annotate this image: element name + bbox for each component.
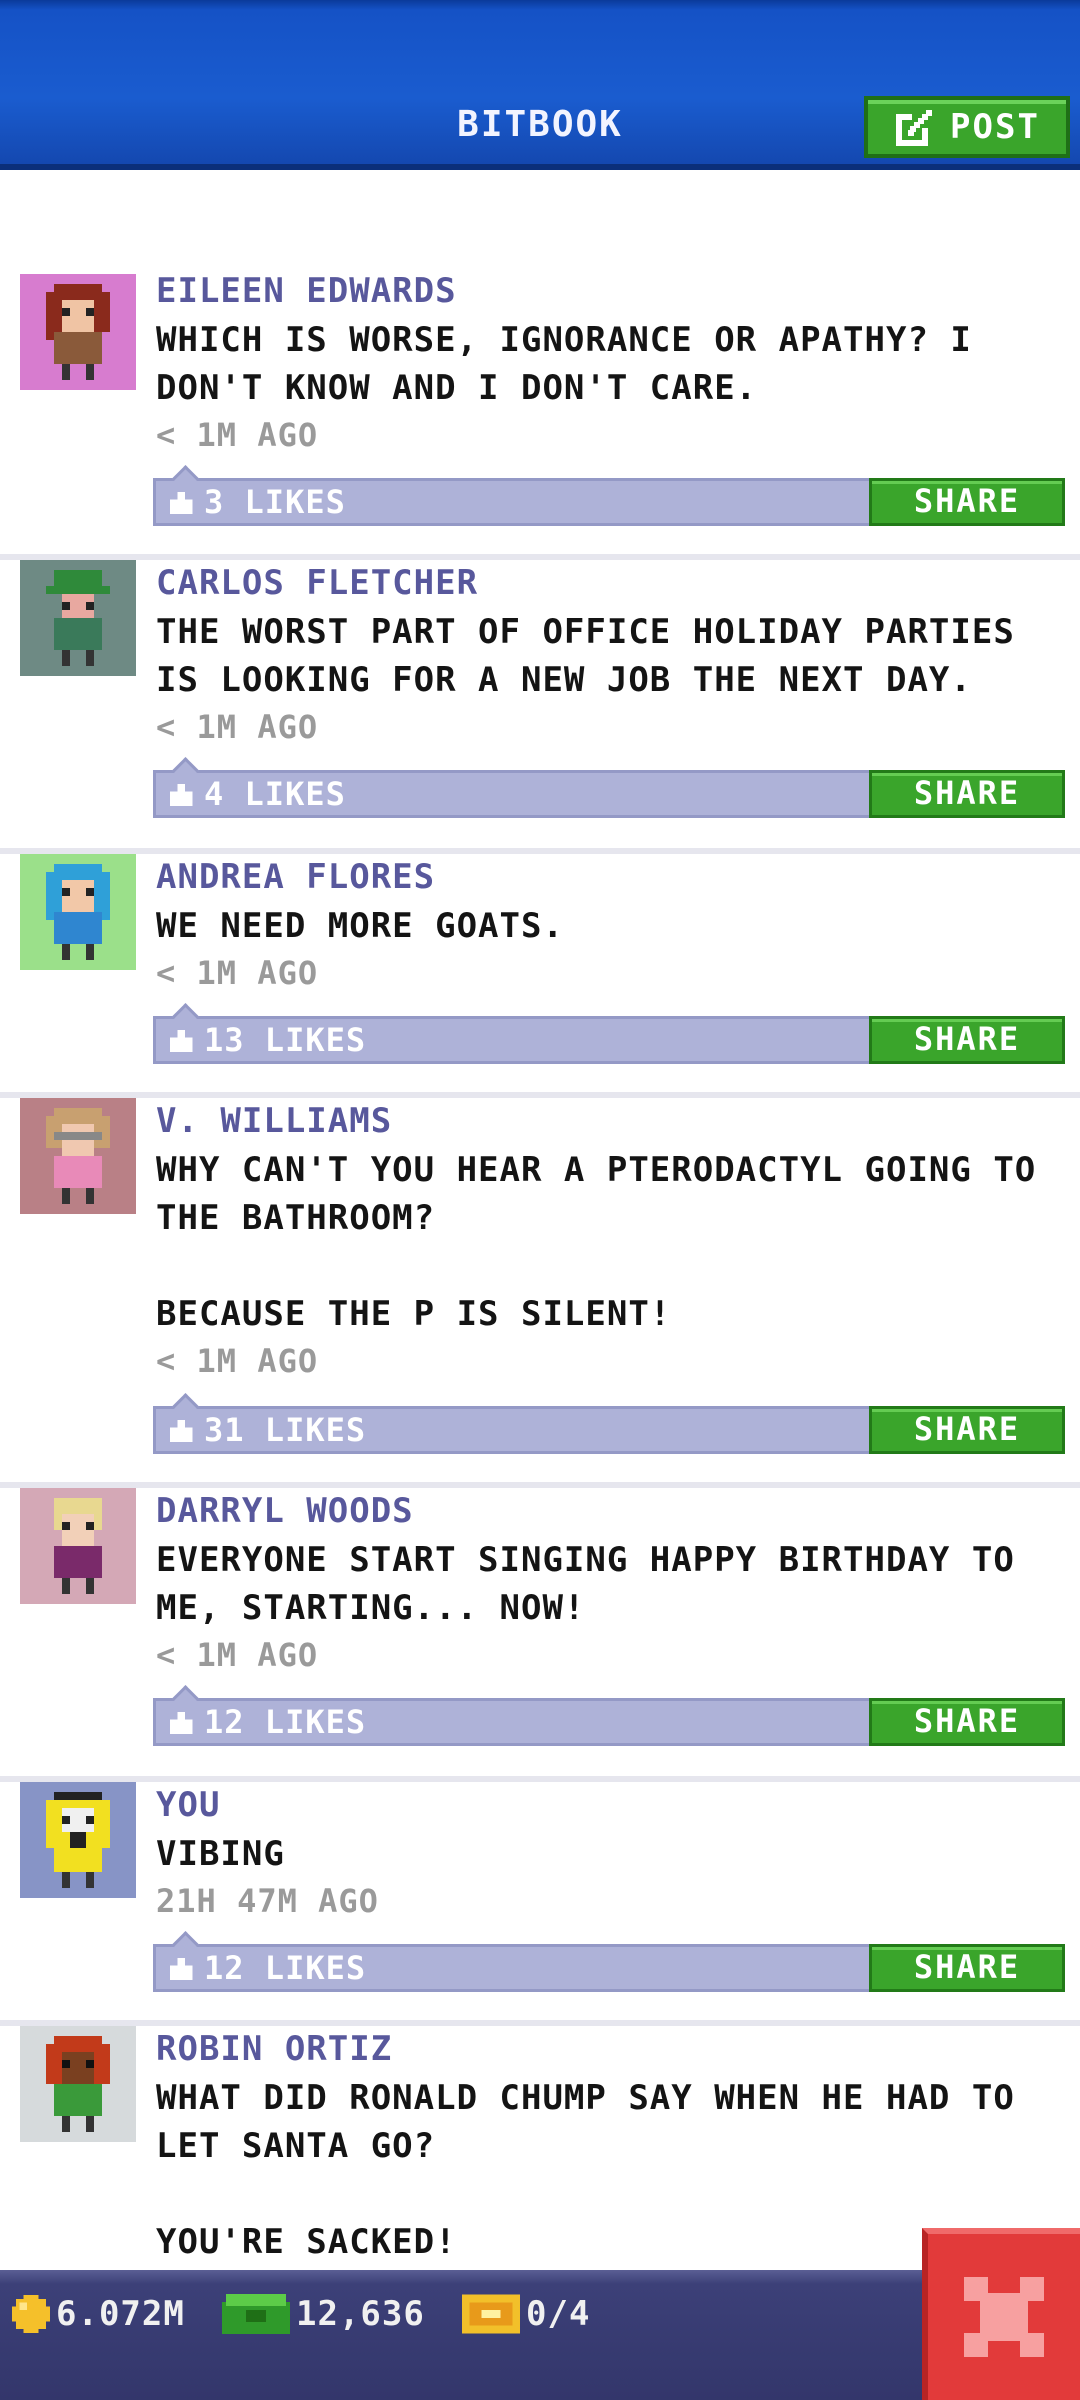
likes-bar: 12 LIKES SHARE: [153, 1698, 1065, 1746]
post-button-label: POST: [950, 107, 1040, 147]
post-text: VIBING: [156, 1834, 285, 1874]
avatar[interactable]: [20, 854, 136, 970]
likes-count: 4 LIKES: [204, 775, 346, 813]
avatar-glasses-icon: [46, 1108, 110, 1204]
likes-count: 12 LIKES: [204, 1703, 367, 1741]
post-author[interactable]: EILEEN EDWARDS: [156, 268, 457, 314]
post-author[interactable]: ROBIN ORTIZ: [156, 2026, 392, 2072]
likes-bar: 4 LIKES SHARE: [153, 770, 1065, 818]
feed-post: CARLOS FLETCHER THE WORST PART OF OFFICE…: [0, 560, 1080, 854]
likes-count: 3 LIKES: [204, 483, 346, 521]
share-button[interactable]: SHARE: [869, 770, 1065, 818]
avatar-blue-hood-icon: [46, 864, 110, 960]
post-author[interactable]: DARRYL WOODS: [156, 1488, 414, 1534]
thumbs-up-icon[interactable]: [170, 1711, 196, 1735]
likes-bar: 12 LIKES SHARE: [153, 1944, 1065, 1992]
feed-post: DARRYL WOODS EVERYONE START SINGING HAPP…: [0, 1488, 1080, 1782]
avatar[interactable]: [20, 1488, 136, 1604]
coins-value: 6.072M: [56, 2294, 185, 2334]
feed-post: ANDREA FLORES WE NEED MORE GOATS. < 1M A…: [0, 854, 1080, 1098]
thumbs-up-icon[interactable]: [170, 491, 196, 515]
compose-icon: [896, 110, 933, 146]
avatar-red-hair-dark-icon: [46, 2036, 110, 2132]
post-text: EVERYONE START SINGING HAPPY BIRTHDAY TO…: [156, 1540, 1037, 1628]
post-time: < 1M AGO: [156, 1342, 319, 1380]
post-time: 21H 47M AGO: [156, 1882, 379, 1920]
app-header: BITBOOK POST: [0, 0, 1080, 170]
post-author[interactable]: YOU: [156, 1782, 220, 1828]
bux-stat: 12,636: [222, 2294, 425, 2334]
likes-bar: 3 LIKES SHARE: [153, 478, 1065, 526]
post-author[interactable]: ANDREA FLORES: [156, 854, 435, 900]
share-button[interactable]: SHARE: [869, 1406, 1065, 1454]
avatar[interactable]: [20, 2026, 136, 2142]
tickets-value: 0/4: [526, 2294, 591, 2334]
close-button[interactable]: [922, 2228, 1080, 2400]
avatar-blonde-icon: [54, 1498, 102, 1594]
share-button[interactable]: SHARE: [869, 478, 1065, 526]
share-button[interactable]: SHARE: [869, 1698, 1065, 1746]
post-text: WE NEED MORE GOATS.: [156, 906, 564, 946]
bux-cash-icon: [222, 2294, 290, 2334]
post-author[interactable]: V. WILLIAMS: [156, 1098, 392, 1144]
close-icon: [964, 2277, 1044, 2357]
feed-post: V. WILLIAMS WHY CAN'T YOU HEAR A PTERODA…: [0, 1098, 1080, 1488]
thumbs-up-icon[interactable]: [170, 1419, 196, 1443]
post-text: THE WORST PART OF OFFICE HOLIDAY PARTIES…: [156, 612, 1037, 700]
coin-icon: [12, 2295, 50, 2333]
likes-count: 31 LIKES: [204, 1411, 367, 1449]
avatar[interactable]: [20, 274, 136, 390]
feed-post: ROBIN ORTIZ WHAT DID RONALD CHUMP SAY WH…: [0, 2026, 1080, 2270]
bux-value: 12,636: [296, 2294, 425, 2334]
share-button[interactable]: SHARE: [869, 1944, 1065, 1992]
feed-post: YOU VIBING 21H 47M AGO 12 LIKES SHARE: [0, 1782, 1080, 2026]
post-button[interactable]: POST: [864, 96, 1070, 158]
post-text: WHICH IS WORSE, IGNORANCE OR APATHY? I D…: [156, 320, 994, 408]
feed[interactable]: EILEEN EDWARDS WHICH IS WORSE, IGNORANCE…: [0, 170, 1080, 2270]
tickets-stat: 0/4: [462, 2294, 590, 2334]
avatar-red-hair-icon: [46, 284, 110, 380]
likes-count: 12 LIKES: [204, 1949, 367, 1987]
avatar[interactable]: [20, 560, 136, 676]
post-text: WHY CAN'T YOU HEAR A PTERODACTYL GOING T…: [156, 1150, 1037, 1334]
thumbs-up-icon[interactable]: [170, 783, 196, 807]
avatar-yellow-hazmat-icon: [46, 1792, 110, 1888]
thumbs-up-icon[interactable]: [170, 1957, 196, 1981]
likes-bar: 31 LIKES SHARE: [153, 1406, 1065, 1454]
post-time: < 1M AGO: [156, 1636, 319, 1674]
likes-count: 13 LIKES: [204, 1021, 367, 1059]
avatar[interactable]: [20, 1098, 136, 1214]
post-author[interactable]: CARLOS FLETCHER: [156, 560, 478, 606]
post-time: < 1M AGO: [156, 954, 319, 992]
avatar[interactable]: [20, 1782, 136, 1898]
avatar-green-cap-icon: [46, 570, 110, 666]
post-text: WHAT DID RONALD CHUMP SAY WHEN HE HAD TO…: [156, 2078, 1015, 2262]
thumbs-up-icon[interactable]: [170, 1029, 196, 1053]
currency-bar: 6.072M 12,636 0/4: [0, 2270, 1080, 2400]
coins-stat: 6.072M: [12, 2294, 185, 2334]
post-time: < 1M AGO: [156, 708, 319, 746]
feed-post: EILEEN EDWARDS WHICH IS WORSE, IGNORANCE…: [0, 268, 1080, 560]
likes-bar: 13 LIKES SHARE: [153, 1016, 1065, 1064]
share-button[interactable]: SHARE: [869, 1016, 1065, 1064]
ticket-icon: [462, 2294, 520, 2334]
post-time: < 1M AGO: [156, 416, 319, 454]
